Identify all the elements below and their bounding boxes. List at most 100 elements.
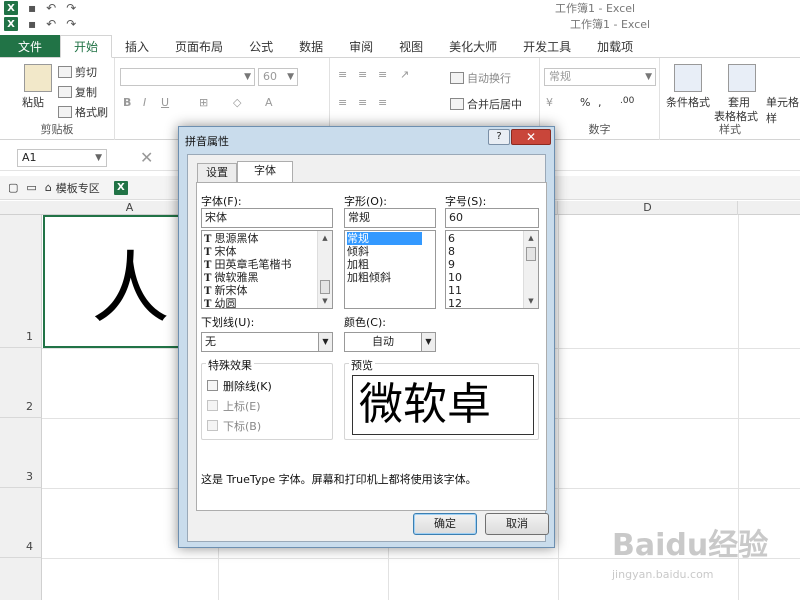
tab-review[interactable]: 审阅 xyxy=(336,35,386,57)
size-list[interactable]: 6 8 9 10 11 12 ▲ ▼ xyxy=(445,230,539,309)
format-painter-button[interactable]: 格式刷 xyxy=(58,104,108,120)
save-icon[interactable]: ▪ xyxy=(28,17,36,31)
scroll-thumb[interactable] xyxy=(320,280,330,294)
close-button[interactable]: ✕ xyxy=(511,129,551,145)
cut-button[interactable]: 剪切 xyxy=(58,64,97,80)
list-item[interactable]: T 思源黑体 xyxy=(204,232,258,245)
list-item[interactable]: 11 xyxy=(448,284,462,297)
tab-view[interactable]: 视图 xyxy=(386,35,436,57)
new-doc-icon[interactable]: ▢ xyxy=(8,181,18,194)
currency-button[interactable]: ¥ xyxy=(546,96,553,109)
name-box[interactable]: A1 ▼ xyxy=(17,149,107,167)
color-dropdown[interactable]: 自动 ▼ xyxy=(344,332,436,352)
ok-button[interactable]: 确定 xyxy=(413,513,477,535)
help-button[interactable]: ? xyxy=(488,129,510,145)
row-header-1[interactable]: 1 xyxy=(0,215,42,348)
list-item[interactable]: 9 xyxy=(448,258,455,271)
font-name-combo[interactable]: ▼ xyxy=(120,68,255,86)
styles-group: 条件格式 套用 表格格式 单元格样 样式 xyxy=(660,58,800,140)
font-label: 字体(F): xyxy=(201,195,242,208)
tab-data[interactable]: 数据 xyxy=(286,35,336,57)
copy-button[interactable]: 复制 xyxy=(58,84,97,100)
tab-beautify[interactable]: 美化大师 xyxy=(436,35,510,57)
scroll-up-icon[interactable]: ▲ xyxy=(318,231,332,245)
strikethrough-label: 删除线(K) xyxy=(223,380,272,393)
scroll-down-icon[interactable]: ▼ xyxy=(318,294,332,308)
underline-button[interactable]: U xyxy=(161,96,169,109)
undo-icon[interactable]: ↶ xyxy=(46,17,56,31)
folder-icon[interactable]: ▭ xyxy=(26,181,36,194)
tab-page-layout[interactable]: 页面布局 xyxy=(162,35,236,57)
font-color-button[interactable]: A xyxy=(265,96,273,109)
list-item[interactable]: 8 xyxy=(448,245,455,258)
tab-file[interactable]: 文件 xyxy=(0,35,61,57)
align-center-icon[interactable]: ≡ xyxy=(358,96,367,109)
tab-formulas[interactable]: 公式 xyxy=(236,35,286,57)
list-item[interactable]: 加粗倾斜 xyxy=(347,271,391,284)
chevron-down-icon: ▼ xyxy=(287,72,294,82)
excel-doc-tab[interactable]: X xyxy=(113,180,128,195)
align-middle-icon[interactable]: ≡ xyxy=(358,68,367,81)
scroll-down-icon[interactable]: ▼ xyxy=(524,294,538,308)
size-input[interactable]: 60 xyxy=(445,208,539,228)
align-right-icon[interactable]: ≡ xyxy=(378,96,387,109)
list-item[interactable]: T 新宋体 xyxy=(204,284,247,297)
percent-button[interactable]: % xyxy=(580,96,590,109)
conditional-format-button[interactable]: 条件格式 xyxy=(666,94,710,110)
tab-addins[interactable]: 加载项 xyxy=(584,35,646,57)
style-input[interactable]: 常规 xyxy=(344,208,436,228)
list-item[interactable]: T 微软雅黑 xyxy=(204,271,258,284)
comma-button[interactable]: , xyxy=(598,96,602,109)
font-input[interactable]: 宋体 xyxy=(201,208,333,228)
size-list-scrollbar[interactable]: ▲ ▼ xyxy=(523,231,538,308)
merge-center-button[interactable]: 合并后居中 xyxy=(450,96,522,112)
cancel-icon[interactable]: ✕ xyxy=(140,148,153,167)
redo-icon[interactable]: ↷ xyxy=(66,17,76,31)
align-left-icon[interactable]: ≡ xyxy=(338,96,347,109)
strikethrough-checkbox[interactable] xyxy=(207,380,218,391)
list-item-selected[interactable]: 常规 xyxy=(347,232,422,245)
number-format-combo[interactable]: 常规 ▼ xyxy=(544,68,656,86)
font-size-combo[interactable]: 60 ▼ xyxy=(258,68,298,86)
tab-home[interactable]: 开始 xyxy=(60,35,113,58)
scroll-up-icon[interactable]: ▲ xyxy=(524,231,538,245)
tab-settings[interactable]: 设置 xyxy=(197,163,237,183)
scroll-thumb[interactable] xyxy=(526,247,536,261)
bold-button[interactable]: B xyxy=(123,96,131,109)
list-item[interactable]: 加粗 xyxy=(347,258,369,271)
paste-button[interactable]: 粘贴 xyxy=(22,94,44,110)
font-list-scrollbar[interactable]: ▲ ▼ xyxy=(317,231,332,308)
increase-decimal-button[interactable]: .00 xyxy=(620,96,634,106)
wrap-text-button[interactable]: 自动换行 xyxy=(450,70,511,86)
template-tab[interactable]: ⌂ 模板专区 xyxy=(45,180,100,196)
row-header-2[interactable]: 2 xyxy=(0,348,42,418)
redo-icon[interactable]: ↷ xyxy=(66,1,76,15)
list-item[interactable]: T 幼圆 xyxy=(204,297,236,308)
list-item[interactable]: T 田英章毛笔楷书 xyxy=(204,258,291,271)
font-list[interactable]: T 思源黑体 T 宋体 T 田英章毛笔楷书 T 微软雅黑 T 新宋体 T 幼圆 ▲ ▼ xyxy=(201,230,333,309)
row-header-3[interactable]: 3 xyxy=(0,418,42,488)
list-item[interactable]: 6 xyxy=(448,232,455,245)
borders-button[interactable]: ⊞ xyxy=(199,96,208,109)
list-item[interactable]: 倾斜 xyxy=(347,245,369,258)
orientation-icon[interactable]: ↗ xyxy=(400,68,409,81)
tab-insert[interactable]: 插入 xyxy=(112,35,162,57)
undo-icon[interactable]: ↶ xyxy=(46,1,56,15)
list-item[interactable]: T 宋体 xyxy=(204,245,236,258)
italic-button[interactable]: I xyxy=(143,96,146,109)
truetype-icon: T xyxy=(204,286,212,297)
fill-color-button[interactable]: ◇ xyxy=(233,96,241,109)
list-item[interactable]: 12 xyxy=(448,297,462,308)
cancel-button[interactable]: 取消 xyxy=(485,513,549,535)
row-header-4[interactable]: 4 xyxy=(0,488,42,558)
list-item[interactable]: 10 xyxy=(448,271,462,284)
column-header-d[interactable]: D xyxy=(558,201,738,215)
save-icon[interactable]: ▪ xyxy=(28,1,36,15)
underline-dropdown[interactable]: 无 ▼ xyxy=(201,332,333,352)
tab-font[interactable]: 字体 xyxy=(237,161,293,183)
align-bottom-icon[interactable]: ≡ xyxy=(378,68,387,81)
tab-developer[interactable]: 开发工具 xyxy=(510,35,584,57)
row-header[interactable] xyxy=(0,558,42,600)
align-top-icon[interactable]: ≡ xyxy=(338,68,347,81)
style-list[interactable]: 常规 倾斜 加粗 加粗倾斜 xyxy=(344,230,436,309)
